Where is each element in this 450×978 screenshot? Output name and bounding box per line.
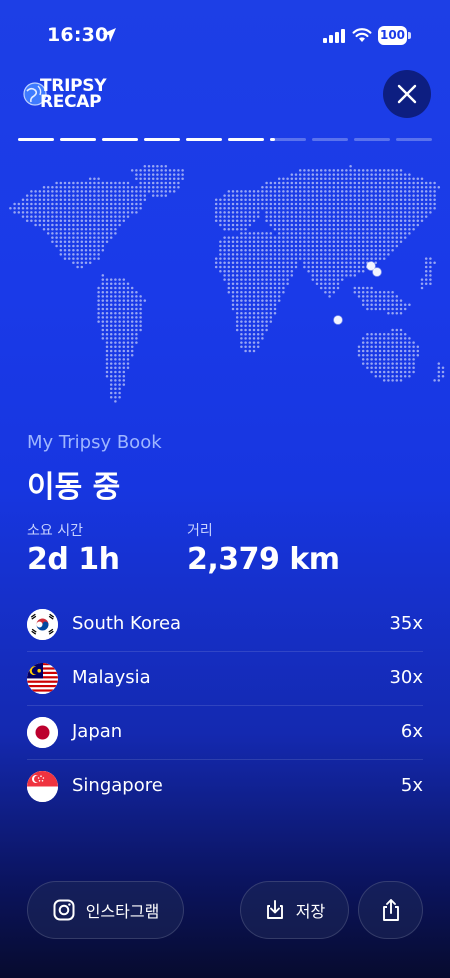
country-row-singapore: Singapore 5x (27, 760, 423, 814)
country-count: 35x (389, 613, 423, 634)
progress-segment (60, 138, 96, 141)
book-label: My Tripsy Book (27, 432, 162, 453)
progress-segment (312, 138, 348, 141)
status-time: 16:30 (47, 24, 109, 46)
download-icon (266, 900, 283, 919)
progress-segment (396, 138, 432, 141)
country-name: Malaysia (72, 667, 151, 688)
progress-segment (270, 138, 306, 141)
country-count: 5x (400, 775, 423, 796)
page-title: 이동 중 (27, 470, 121, 505)
instagram-share-button[interactable]: 인스타그램 (27, 881, 184, 939)
distance-value: 2,379 km (187, 542, 340, 577)
battery-indicator: 100 (378, 26, 411, 45)
country-list: South Korea 35x Malaysia 30x Japan 6x Si… (27, 598, 423, 814)
story-progress-bar (18, 138, 432, 142)
share-icon (382, 899, 399, 921)
progress-segment (102, 138, 138, 141)
duration-label: 소요 시간 (27, 523, 83, 539)
country-row-malaysia: Malaysia 30x (27, 652, 423, 706)
battery-tip (408, 32, 411, 39)
progress-segment (186, 138, 222, 141)
japan-flag-icon (27, 717, 58, 748)
save-button-label: 저장 (295, 902, 326, 921)
country-count: 6x (400, 721, 423, 742)
country-name: Japan (72, 721, 123, 742)
close-button[interactable] (383, 70, 431, 118)
malaysia-flag-icon (27, 663, 58, 694)
progress-segment (354, 138, 390, 141)
south-korea-flag-icon (27, 609, 58, 640)
progress-segment (228, 138, 264, 141)
country-count: 30x (389, 667, 423, 688)
save-button[interactable]: 저장 (240, 881, 349, 939)
location-arrow-icon (102, 28, 116, 42)
visited-location-marker (372, 267, 382, 277)
visited-location-marker (333, 315, 343, 325)
share-button[interactable] (358, 881, 423, 939)
instagram-icon (53, 899, 75, 921)
status-bar: 16:30 100 (0, 0, 450, 72)
progress-segment (18, 138, 54, 141)
country-name: South Korea (72, 613, 182, 634)
progress-segment (144, 138, 180, 141)
country-row-japan: Japan 6x (27, 706, 423, 760)
duration-value: 2d 1h (27, 542, 120, 577)
country-name: Singapore (72, 775, 163, 796)
country-row-south-korea: South Korea 35x (27, 598, 423, 652)
close-icon (397, 84, 417, 104)
instagram-button-label: 인스타그램 (85, 902, 160, 921)
singapore-flag-icon (27, 771, 58, 802)
logo-line-recap: RECAP (40, 92, 102, 112)
world-map (9, 164, 445, 403)
logo-text: TRIPSY RECAP (40, 78, 107, 112)
battery-level: 100 (378, 26, 407, 45)
wifi-icon (352, 28, 372, 42)
distance-label: 거리 (187, 523, 213, 539)
cellular-signal-icon (323, 29, 345, 43)
tripsy-recap-logo: TRIPSY RECAP (22, 78, 142, 114)
